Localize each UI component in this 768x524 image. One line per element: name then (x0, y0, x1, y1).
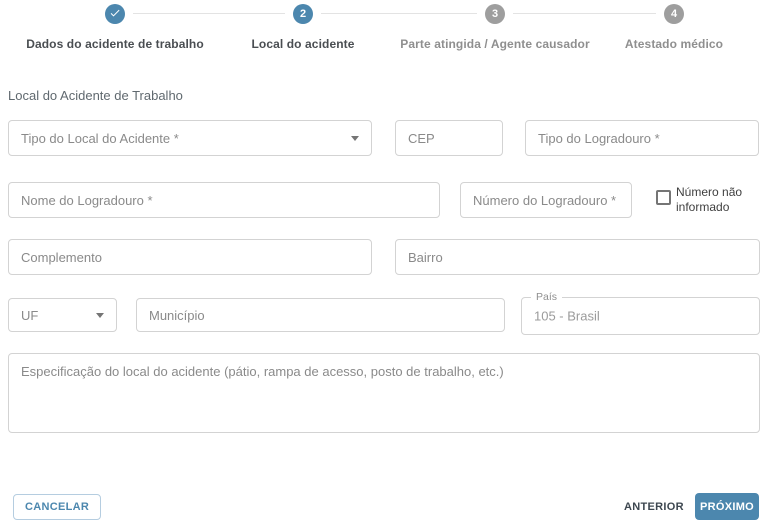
municipio-input[interactable] (136, 298, 505, 332)
complemento-input[interactable] (8, 239, 372, 275)
step-3-number: 3 (491, 8, 499, 20)
step-3-label: Parte atingida / Agente causador (400, 37, 590, 51)
tipo-logradouro-input[interactable] (525, 120, 759, 156)
section-title: Local do Acidente de Trabalho (8, 88, 183, 103)
numero-logradouro-input[interactable] (460, 182, 632, 218)
page: Dados do acidente de trabalho 2 Local do… (0, 0, 768, 524)
numero-nao-informado-checkbox[interactable] (656, 190, 671, 205)
cancelar-button[interactable]: CANCELAR (13, 494, 102, 520)
check-icon (109, 7, 121, 22)
step-4-number: 4 (670, 8, 678, 20)
pais-value: 105 - Brasil (534, 308, 600, 324)
numero-nao-informado-label[interactable]: Número não informado (676, 185, 758, 215)
step-2-circle: 2 (293, 4, 313, 24)
uf-placeholder: UF (21, 307, 39, 323)
step-1-circle (105, 4, 125, 24)
uf-select[interactable]: UF (8, 298, 117, 332)
chevron-down-icon (96, 312, 104, 318)
bairro-input[interactable] (395, 239, 760, 275)
step-4-label: Atestado médico (624, 37, 724, 51)
step-3-circle: 3 (485, 4, 505, 24)
tipo-local-acidente-select[interactable]: Tipo do Local do Acidente * (8, 120, 372, 156)
proximo-button[interactable]: PRÓXIMO (695, 493, 759, 520)
nome-logradouro-input[interactable] (8, 182, 440, 218)
step-local-acidente[interactable]: 2 Local do acidente (203, 4, 403, 51)
step-2-label: Local do acidente (251, 37, 355, 51)
tipo-local-acidente-placeholder: Tipo do Local do Acidente * (21, 130, 179, 146)
step-1-label: Dados do acidente de trabalho (26, 37, 204, 51)
pais-label: País (531, 291, 563, 303)
cep-input[interactable] (395, 120, 503, 156)
step-atestado-medico[interactable]: 4 Atestado médico (574, 4, 768, 51)
step-parte-atingida[interactable]: 3 Parte atingida / Agente causador (395, 4, 595, 51)
step-dados-acidente[interactable]: Dados do acidente de trabalho (15, 4, 215, 51)
step-2-number: 2 (299, 8, 307, 20)
especificacao-textarea[interactable] (8, 353, 760, 433)
pais-field: País 105 - Brasil (521, 291, 760, 335)
chevron-down-icon (351, 135, 359, 141)
anterior-button[interactable]: ANTERIOR (616, 494, 692, 520)
step-4-circle: 4 (664, 4, 684, 24)
